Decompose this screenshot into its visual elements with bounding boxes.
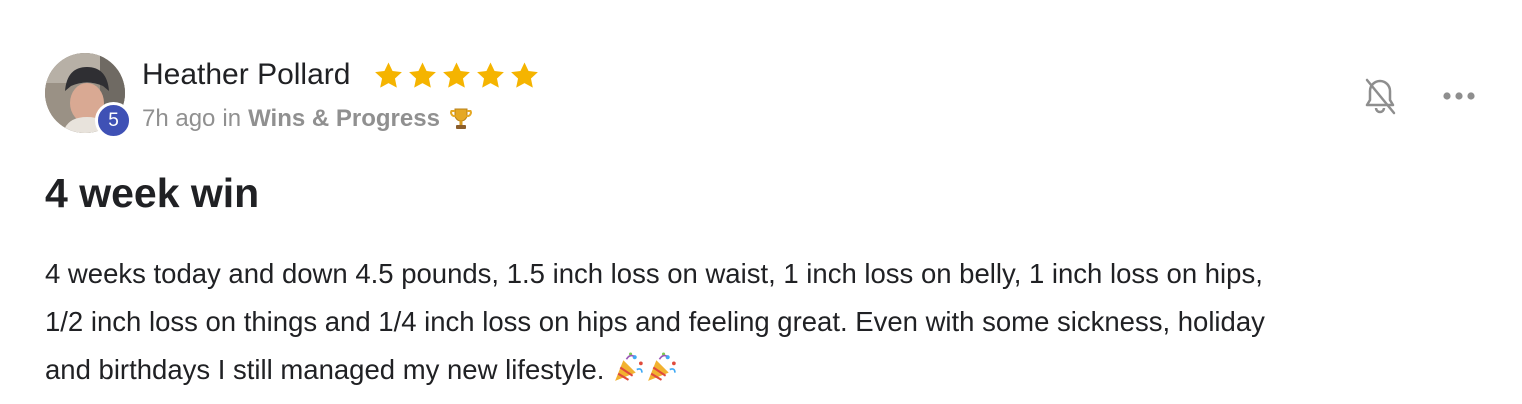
star-icon	[511, 62, 538, 88]
post-body-line: and birthdays I still managed my new lif…	[45, 354, 605, 385]
trophy-icon	[450, 108, 472, 129]
meta-in-text: in	[222, 105, 242, 132]
author-avatar[interactable]: 5	[45, 53, 132, 139]
star-icon	[409, 62, 436, 88]
party-popper-icon	[648, 352, 676, 381]
post-time[interactable]: 7h ago	[142, 105, 215, 133]
star-icon	[443, 62, 470, 88]
post-card: 5 Heather Pollard 7h ago in Wins & Progr…	[0, 0, 1522, 404]
post-body: 4 weeks today and down 4.5 pounds, 1.5 i…	[45, 250, 1495, 394]
star-icon	[477, 62, 504, 88]
post-title: 4 week win	[45, 170, 260, 216]
star-icon	[375, 62, 402, 88]
level-badge: 5	[95, 102, 132, 139]
more-horizontal-icon[interactable]	[1440, 86, 1480, 106]
post-meta: 7h ago in Wins & Progress	[142, 105, 474, 133]
post-body-line-last: and birthdays I still managed my new lif…	[45, 346, 1495, 394]
bell-off-icon[interactable]	[1362, 76, 1398, 116]
party-popper-icon	[615, 352, 643, 381]
post-body-line: 1/2 inch loss on things and 1/4 inch los…	[45, 306, 1265, 337]
author-name[interactable]: Heather Pollard	[142, 58, 350, 92]
post-body-line: 4 weeks today and down 4.5 pounds, 1.5 i…	[45, 258, 1263, 289]
rating-stars	[372, 59, 541, 92]
category-link[interactable]: Wins & Progress	[248, 105, 440, 133]
